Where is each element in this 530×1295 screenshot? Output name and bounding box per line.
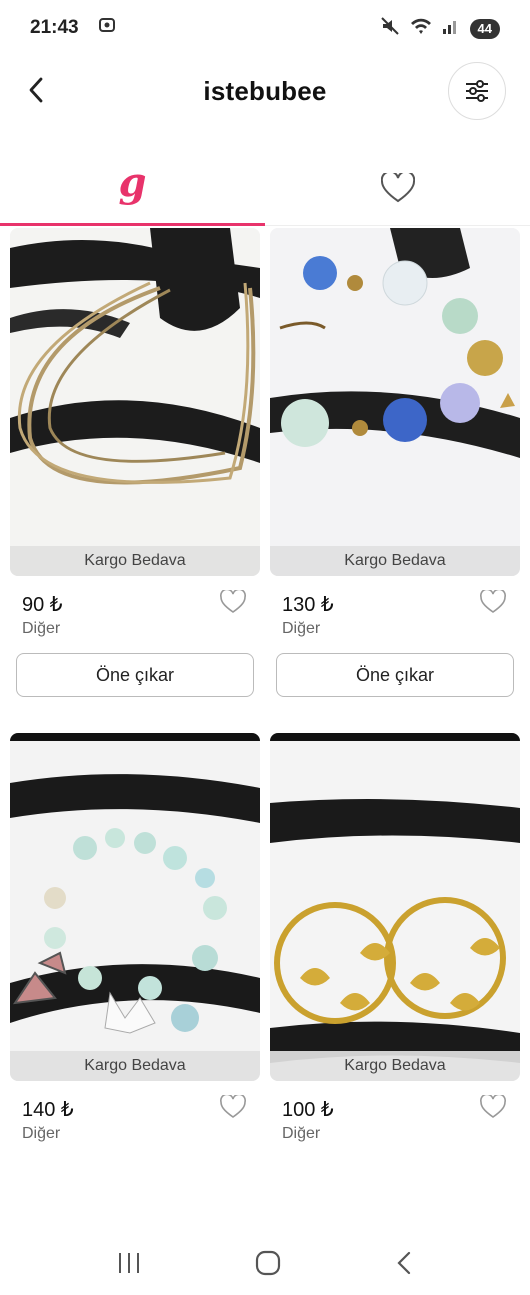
status-bar: 21:43 44	[0, 0, 530, 56]
battery-indicator: 44	[469, 19, 500, 39]
status-icons: 44	[380, 16, 500, 42]
recent-apps-icon	[119, 1252, 139, 1273]
free-shipping-ribbon: Kargo Bedava	[10, 546, 260, 576]
system-back-button[interactable]	[394, 1250, 414, 1281]
status-time: 21:43	[30, 17, 79, 38]
product-category: Diğer	[282, 620, 321, 637]
promote-button[interactable]: Öne çıkar	[16, 653, 254, 697]
product-image-necklace[interactable]: Kargo Bedava	[10, 228, 260, 576]
product-image-bracelet-blue[interactable]: Kargo Bedava	[270, 228, 520, 576]
chevron-left-icon	[29, 77, 43, 103]
heart-outline-icon[interactable]	[220, 1095, 246, 1119]
free-shipping-ribbon: Kargo Bedava	[270, 1051, 520, 1081]
heart-outline-icon[interactable]	[480, 1095, 506, 1119]
product-category: Diğer	[22, 1125, 61, 1142]
page-title: istebubee	[203, 75, 327, 106]
heart-outline-icon	[380, 172, 415, 202]
free-shipping-ribbon: Kargo Bedava	[10, 1051, 260, 1081]
wifi-icon	[410, 16, 432, 42]
chevron-left-icon	[397, 1251, 411, 1274]
heart-outline-icon[interactable]	[480, 590, 506, 614]
signal-icon	[442, 17, 460, 41]
tab-closet[interactable]: g	[0, 150, 265, 226]
product-image-earrings[interactable]: Kargo Bedava	[270, 733, 520, 1081]
free-shipping-ribbon: Kargo Bedava	[270, 546, 520, 576]
recent-apps-button[interactable]	[116, 1251, 142, 1280]
product-price: 90 ₺	[22, 594, 63, 616]
promote-button[interactable]: Öne çıkar	[276, 653, 514, 697]
product-price: 100 ₺	[282, 1099, 334, 1121]
heart-outline-icon[interactable]	[220, 590, 246, 614]
tab-favorites[interactable]	[265, 150, 530, 225]
home-icon	[255, 1250, 281, 1275]
product-price: 140 ₺	[22, 1099, 74, 1121]
mute-icon	[380, 16, 400, 42]
product-category: Diğer	[282, 1125, 321, 1142]
back-button[interactable]	[16, 68, 56, 112]
filter-button[interactable]	[448, 62, 506, 120]
product-price: 130 ₺	[282, 594, 334, 616]
system-nav-bar	[0, 1235, 530, 1295]
g-logo-icon: g	[118, 158, 147, 206]
home-button[interactable]	[254, 1249, 282, 1282]
product-image-bracelet-pastel[interactable]: Kargo Bedava	[10, 733, 260, 1081]
screenshot-icon	[97, 15, 117, 41]
sliders-icon	[466, 80, 488, 102]
app-header: istebubee	[0, 56, 530, 126]
profile-tabs: g	[0, 150, 530, 226]
product-category: Diğer	[22, 620, 61, 637]
